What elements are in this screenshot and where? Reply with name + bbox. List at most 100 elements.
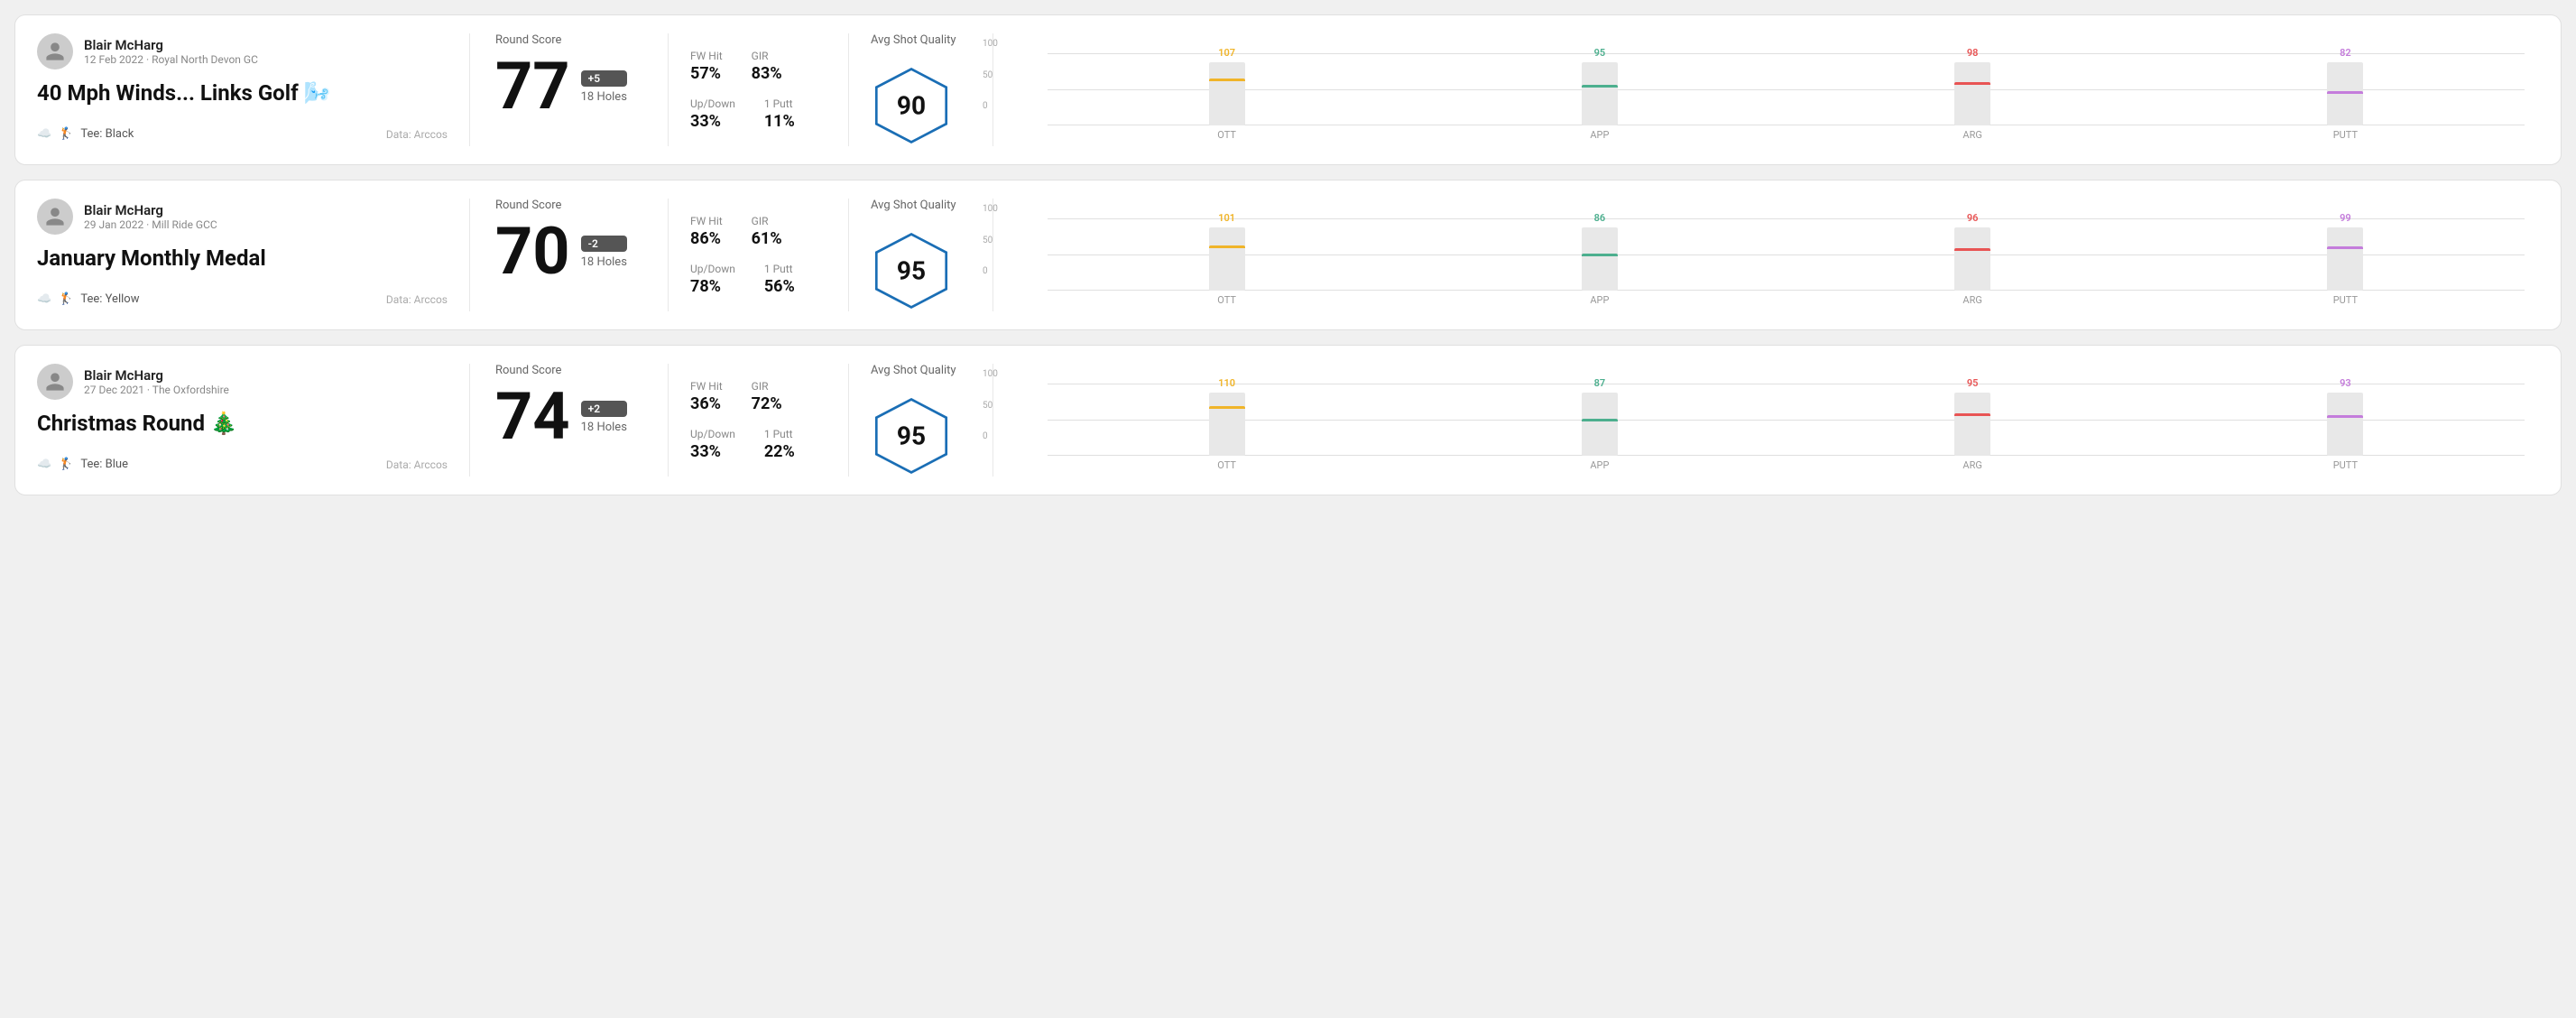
user-name: Blair McHarg: [84, 367, 229, 384]
x-axis-label: OTT: [1048, 129, 1406, 141]
hexagon-quality: 95: [871, 395, 952, 477]
bar-value-label: 98: [1967, 47, 1979, 59]
score-badge: +5: [581, 70, 627, 87]
bar-group-arg: 98: [1794, 47, 2152, 125]
bar-value-label: 101: [1218, 212, 1235, 224]
round-score-label: Round Score: [495, 364, 642, 377]
stats-row-2: Up/Down33%1 Putt22%: [690, 428, 826, 461]
bag-icon: 🏌️: [59, 127, 73, 141]
round-title: 40 Mph Winds... Links Golf 🌬️: [37, 80, 448, 106]
up-down-stat: Up/Down78%: [690, 263, 735, 296]
fw-hit-stat: FW Hit 57%: [690, 50, 723, 83]
score-value: 70: [495, 219, 570, 284]
bar-value-label: 93: [2340, 377, 2351, 389]
avatar: [37, 33, 73, 69]
avatar: [37, 199, 73, 235]
x-axis-label: APP: [1420, 294, 1778, 306]
bar-value-label: 95: [1967, 377, 1979, 389]
chart-section: 100500107959882OTTAPPARGPUTT: [993, 33, 2539, 146]
round-score-section: Round Score 77+518 Holes: [470, 33, 669, 146]
gir-label: GIR: [752, 50, 782, 62]
x-axis-label: APP: [1420, 459, 1778, 471]
bar-value-label: 87: [1594, 377, 1606, 389]
fw-hit-value: 36%: [690, 394, 723, 413]
bag-icon: 🏌️: [59, 292, 73, 306]
round-card-2: Blair McHarg29 Jan 2022 · Mill Ride GCCJ…: [14, 180, 2562, 330]
one-putt-value: 22%: [764, 442, 795, 461]
hexagon-wrapper: 95: [871, 230, 952, 311]
data-source: Data: Arccos: [386, 128, 448, 141]
score-row: 77+518 Holes: [495, 54, 642, 119]
bar-value-label: 96: [1967, 212, 1979, 224]
one-putt-label: 1 Putt: [764, 428, 795, 440]
bag-icon: 🏌️: [59, 458, 73, 471]
user-date: 27 Dec 2021 · The Oxfordshire: [84, 384, 229, 396]
stats-row-2: Up/Down 33% 1 Putt 11%: [690, 97, 826, 131]
quality-label: Avg Shot Quality: [871, 199, 956, 212]
gir-label: GIR: [752, 380, 782, 393]
stats-row-1: FW Hit86% GIR61%: [690, 215, 826, 248]
fw-hit-value: 57%: [690, 64, 723, 83]
gir-value: 72%: [752, 394, 782, 413]
quality-score: 95: [897, 421, 926, 451]
stats-row-1: FW Hit 57% GIR 83%: [690, 50, 826, 83]
x-axis-label: OTT: [1048, 294, 1406, 306]
bar-value-label: 107: [1218, 47, 1235, 59]
bar-value-label: 86: [1594, 212, 1606, 224]
avg-shot-quality-section: Avg Shot Quality 95: [849, 199, 993, 311]
round-card-1: Blair McHarg12 Feb 2022 · Royal North De…: [14, 14, 2562, 165]
user-date: 29 Jan 2022 · Mill Ride GCC: [84, 218, 217, 231]
stats-section: FW Hit 57% GIR 83% Up/Down 33% 1 Putt 11%: [669, 33, 849, 146]
round-left-section: Blair McHarg27 Dec 2021 · The Oxfordshir…: [37, 364, 470, 477]
one-putt-stat: 1 Putt56%: [764, 263, 795, 296]
user-name: Blair McHarg: [84, 37, 258, 53]
quality-label: Avg Shot Quality: [871, 364, 956, 377]
up-down-value: 78%: [690, 277, 735, 296]
up-down-stat: Up/Down 33%: [690, 97, 735, 131]
quality-score: 90: [897, 91, 926, 121]
tee-label: Tee: Blue: [80, 458, 128, 471]
score-meta: +2 18 Holes: [581, 401, 627, 434]
bar-chart: 100500110879593OTTAPPARGPUTT: [1015, 369, 2525, 471]
one-putt-stat: 1 Putt 11%: [764, 97, 795, 131]
up-down-label: Up/Down: [690, 97, 735, 110]
hexagon-quality: 90: [871, 65, 952, 146]
avatar: [37, 364, 73, 400]
round-title: Christmas Round 🎄: [37, 411, 448, 436]
round-score-label: Round Score: [495, 199, 642, 212]
data-source: Data: Arccos: [386, 293, 448, 306]
up-down-label: Up/Down: [690, 428, 735, 440]
holes-label: 18 Holes: [581, 255, 627, 269]
fw-hit-label: FW Hit: [690, 50, 723, 62]
round-score-label: Round Score: [495, 33, 642, 47]
avg-shot-quality-section: Avg Shot Quality90: [849, 33, 993, 146]
bar-group-putt: 82: [2166, 47, 2525, 125]
bar-group-ott: 101: [1048, 212, 1406, 291]
tee-info: ☁️🏌️Tee: Blue: [37, 458, 128, 471]
fw-hit-stat: FW Hit86%: [690, 215, 723, 248]
one-putt-value: 11%: [764, 112, 795, 131]
holes-label: 18 Holes: [581, 421, 627, 434]
up-down-value: 33%: [690, 112, 735, 131]
gir-stat: GIR 83%: [752, 50, 782, 83]
score-badge: -2: [581, 236, 627, 252]
bar-group-arg: 95: [1794, 377, 2152, 456]
bar-value-label: 82: [2340, 47, 2351, 59]
score-meta: -2 18 Holes: [581, 236, 627, 269]
fw-hit-stat: FW Hit36%: [690, 380, 723, 413]
gir-stat: GIR61%: [752, 215, 782, 248]
bar-chart: 100500101869699OTTAPPARGPUTT: [1015, 204, 2525, 306]
quality-score: 95: [897, 256, 926, 286]
user-info: Blair McHarg12 Feb 2022 · Royal North De…: [37, 33, 448, 69]
one-putt-label: 1 Putt: [764, 97, 795, 110]
gir-stat: GIR72%: [752, 380, 782, 413]
weather-icon: ☁️: [37, 127, 51, 141]
gir-value: 83%: [752, 64, 782, 83]
tee-info: ☁️ 🏌️ Tee: Black: [37, 127, 134, 141]
one-putt-value: 56%: [764, 277, 795, 296]
user-info: Blair McHarg27 Dec 2021 · The Oxfordshir…: [37, 364, 448, 400]
weather-icon: ☁️: [37, 292, 51, 306]
tee-label: Tee: Black: [80, 127, 134, 141]
score-badge: +2: [581, 401, 627, 417]
gir-value: 61%: [752, 229, 782, 248]
